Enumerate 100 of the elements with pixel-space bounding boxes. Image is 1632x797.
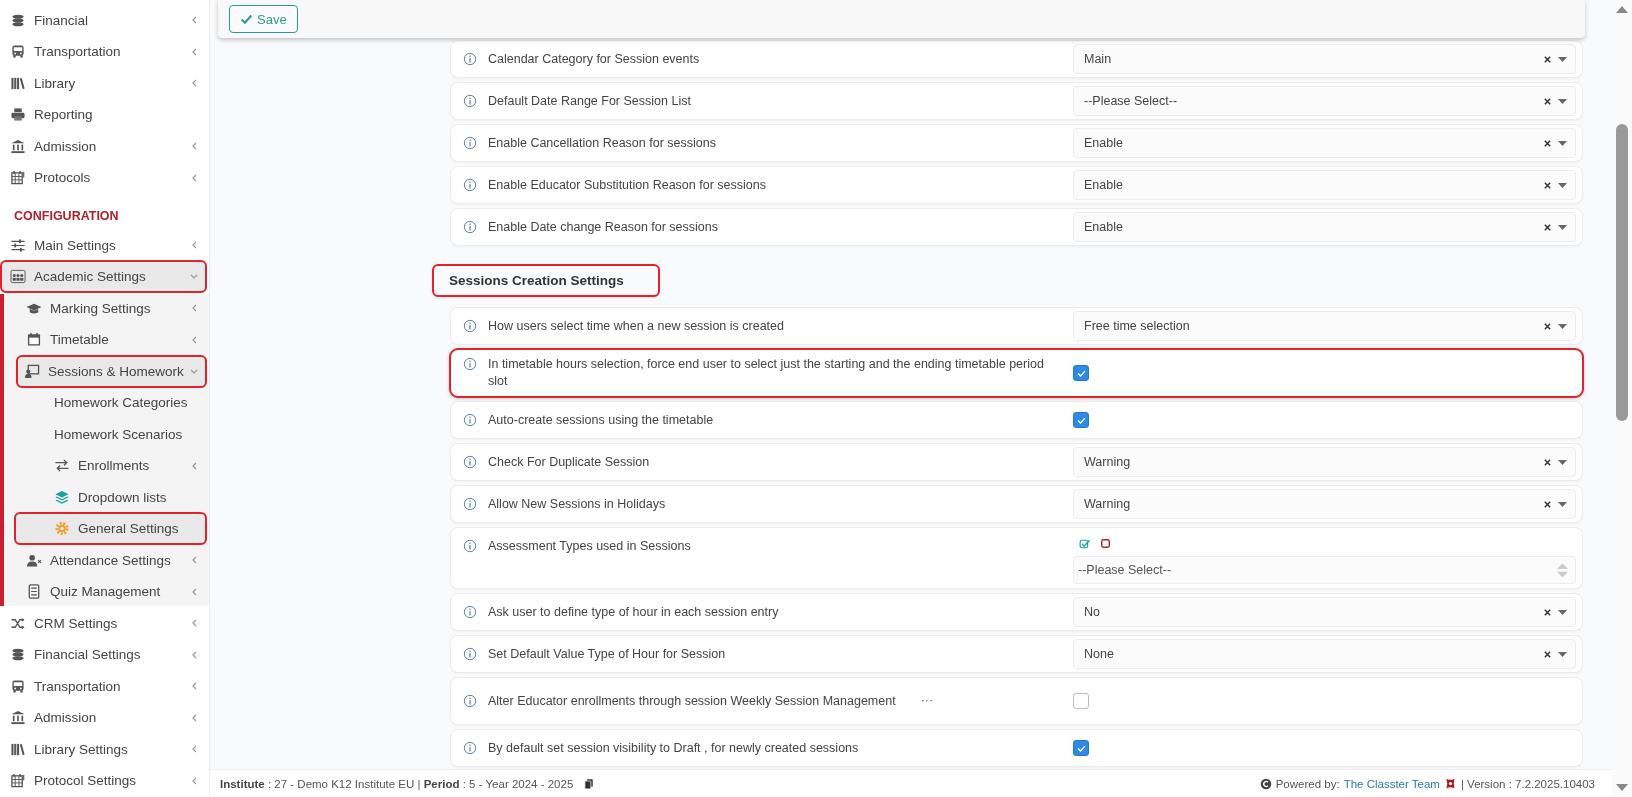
copyright-icon [1259, 777, 1272, 790]
sidebar-item[interactable]: Financial Settings [2, 640, 205, 669]
dropdown[interactable]: No [1073, 597, 1576, 627]
caret-icon [1558, 459, 1567, 465]
sidebar-item[interactable]: Sessions & Homework [18, 356, 205, 386]
multiselect-field[interactable]: --Please Select-- [1073, 556, 1576, 584]
institute-info: Institute : 27 - Demo K12 Institute EU | Period : 5 - Year 2024 - 2025 [220, 777, 574, 790]
more-button[interactable]: ··· [920, 692, 934, 707]
calendar-icon [10, 773, 26, 788]
calendar-icon [10, 170, 26, 185]
sidebar-item[interactable]: CRM Settings [2, 608, 205, 638]
caret-icon [1558, 323, 1567, 329]
check-icon [240, 12, 253, 26]
info-icon [463, 496, 477, 511]
setting-label: Check For Duplicate Session [488, 453, 650, 471]
sidebar-item[interactable]: Transportation [2, 671, 205, 701]
clear-icon [1543, 499, 1552, 509]
setting-label: By default set session visibility to Draft , for newly created sessions [488, 739, 859, 757]
dropdown[interactable]: Free time selection [1073, 311, 1576, 341]
checkbox[interactable] [1073, 412, 1089, 428]
info-icon [463, 604, 477, 619]
sidebar-item[interactable]: Admission [2, 703, 205, 732]
sidebar-item[interactable]: Dropdown lists [16, 482, 205, 512]
sidebar-item[interactable]: Marking Settings [6, 293, 205, 323]
clear-icon [1543, 321, 1552, 331]
printer-icon [10, 107, 26, 122]
setting-label: Auto-create sessions using the timetable [488, 411, 714, 429]
sidebar-item[interactable]: General Settings [16, 514, 205, 543]
bus-icon [10, 44, 26, 59]
checkbox[interactable] [1073, 693, 1089, 709]
select-all-icon[interactable] [1079, 538, 1091, 550]
setting-label: Alter Educator enrollments through session Weekly Session Management [488, 692, 896, 710]
clear-icon [1543, 180, 1552, 190]
dropdown[interactable]: Enable [1073, 212, 1576, 242]
sidebar-item[interactable]: Transportation [2, 37, 205, 66]
clear-icon [1543, 607, 1552, 617]
clear-icon [1543, 649, 1552, 659]
info-icon [463, 357, 477, 371]
layers-icon [54, 489, 70, 505]
sidebar-item[interactable]: Protocols [2, 163, 205, 192]
info-icon [463, 51, 477, 66]
dropdown[interactable]: Enable [1073, 170, 1576, 200]
sidebar-item[interactable]: Admission [2, 131, 205, 161]
dropdown[interactable]: Warning [1073, 447, 1576, 477]
setting-label: Enable Date change Reason for sessions [488, 218, 718, 236]
dropdown[interactable]: None [1073, 639, 1576, 669]
sidebar-item[interactable]: Quiz Management [6, 577, 205, 606]
section-heading: Sessions Creation Settings [434, 266, 658, 295]
setting-label: Set Default Value Type of Hour for Session [488, 645, 726, 663]
sidebar-item[interactable]: Homework Scenarios [16, 419, 205, 449]
sidebar-item[interactable]: Main Settings [2, 230, 205, 260]
caret-icon [1558, 609, 1567, 615]
caret-icon [1558, 651, 1567, 657]
info-icon [463, 318, 477, 333]
sidebar-item[interactable]: Academic Settings [2, 262, 205, 291]
caret-icon [1558, 56, 1567, 62]
setting-label: Allow New Sessions in Holidays [488, 495, 666, 513]
checkbox[interactable] [1073, 365, 1089, 381]
scrollbar-thumb[interactable] [1616, 124, 1628, 421]
caret-icon [1558, 98, 1567, 104]
sidebar-item[interactable]: Timetable [6, 325, 205, 354]
info-icon [463, 412, 477, 427]
clear-icon [1543, 54, 1552, 64]
sidebar-item[interactable]: Protocol Settings [2, 766, 205, 795]
setting-label: Ask user to define type of hour in each session entry [488, 603, 779, 621]
sidebar-item[interactable]: Attendance Settings [6, 545, 205, 575]
team-link[interactable]: The Classter Team [1343, 777, 1440, 790]
sidebar-item[interactable]: Financial [2, 5, 205, 35]
sidebar-item[interactable]: Enrollments [16, 451, 205, 480]
dropdown[interactable]: --Please Select-- [1073, 86, 1576, 116]
setting-label: Calendar Category for Session events [488, 50, 700, 68]
info-icon [463, 177, 477, 192]
caret-icon [1558, 501, 1567, 507]
sidebar-item[interactable]: Reporting [2, 100, 205, 129]
sidebar-item[interactable]: Library [2, 68, 205, 98]
shuffle-icon [10, 615, 26, 631]
info-icon [463, 646, 477, 661]
dropdown[interactable]: Enable [1073, 128, 1576, 158]
caret-icon [1558, 140, 1567, 146]
caret-icon [1558, 182, 1567, 188]
bank-icon [10, 138, 26, 154]
clear-icon [1543, 138, 1552, 148]
spinner-icon [1556, 561, 1569, 579]
sidebar-item[interactable]: Library Settings [2, 734, 205, 764]
checkbox[interactable] [1073, 740, 1089, 756]
clear-icon [1543, 96, 1552, 106]
dropdown[interactable]: Warning [1073, 489, 1576, 519]
version-text: | Version : 7.2.2025.10403 [1460, 777, 1595, 790]
deselect-all-icon[interactable] [1100, 538, 1111, 549]
info-icon [463, 693, 477, 708]
person-icon [26, 552, 42, 568]
presentation-icon [24, 363, 40, 379]
scroll-up-icon [1615, 4, 1629, 14]
setting-label: In timetable hours selection, force end user to select just the starting and the ending timetable period slot [488, 356, 1045, 390]
dropdown[interactable]: Main [1073, 44, 1576, 74]
arrows-icon [54, 458, 70, 473]
info-icon [463, 740, 477, 755]
info-icon [463, 454, 477, 469]
sliders-icon [10, 237, 26, 253]
sidebar-item[interactable]: Homework Categories [16, 388, 205, 417]
